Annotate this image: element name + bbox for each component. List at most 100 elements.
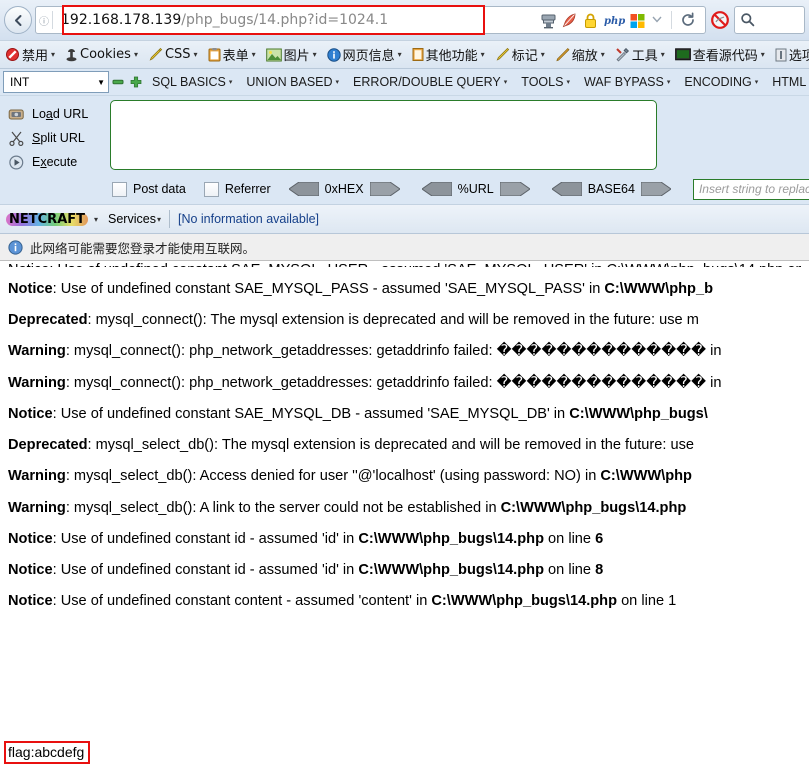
- notification-text: 此网络可能需要您登录才能使用互联网。: [30, 241, 256, 256]
- remove-tab-button[interactable]: [109, 76, 127, 88]
- cookies-icon: [65, 47, 78, 62]
- error-body: : Use of undefined constant content - as…: [52, 593, 432, 610]
- info-icon: [8, 239, 23, 255]
- load-url-button[interactable]: Load URL: [0, 102, 110, 126]
- miscellaneous-icon: [412, 47, 424, 62]
- url-label: %URL: [457, 182, 494, 196]
- error-lineno: 8: [595, 562, 604, 579]
- hackbar-menu-html[interactable]: HTML▾: [765, 75, 809, 89]
- referrer-checkbox[interactable]: [203, 181, 219, 197]
- search-box[interactable]: [734, 6, 805, 34]
- back-button[interactable]: [4, 6, 32, 34]
- hackbar-actions: Load URL Split URL Execute: [0, 100, 110, 174]
- information-icon: [326, 47, 341, 62]
- tools-icon: [615, 47, 630, 62]
- hex-encode-button[interactable]: [369, 181, 401, 197]
- hackbar-menu-label: ERROR/DOUBLE QUERY: [353, 75, 501, 89]
- devbar-label: 表单: [222, 49, 249, 64]
- devbar-item-forms[interactable]: 表单 ▾: [203, 45, 261, 64]
- identity-icon[interactable]: ⓘ: [36, 13, 52, 28]
- error-body: : mysql_connect(): php_network_getaddres…: [65, 343, 497, 360]
- hex-decode-button[interactable]: [287, 181, 320, 197]
- hex-label: 0xHEX: [324, 182, 364, 196]
- url-text[interactable]: 192.168.178.139/php_bugs/14.php?id=1024.…: [53, 12, 540, 28]
- netcraft-info-text: [No information available]: [177, 212, 320, 226]
- devbar-item-resize[interactable]: 缩放 ▾: [550, 45, 610, 64]
- css-icon: [148, 47, 163, 62]
- split-url-button[interactable]: Split URL: [0, 126, 110, 150]
- hackbar-menu-tools[interactable]: TOOLS ▾: [514, 75, 577, 89]
- error-level: Deprecated: [8, 437, 88, 454]
- hackbar-menu-union-based[interactable]: UNION BASED ▾: [239, 75, 346, 89]
- chevron-down-icon: ▼: [97, 77, 105, 87]
- caret-icon: ▾: [666, 79, 671, 86]
- add-tab-button[interactable]: [127, 76, 145, 88]
- post-data-checkbox[interactable]: [112, 181, 127, 197]
- devbar-item-images[interactable]: 图片 ▾: [261, 45, 322, 64]
- devbar-item-disable[interactable]: 禁用 ▾: [0, 45, 60, 64]
- images-icon: [265, 48, 282, 62]
- blocked-icon[interactable]: [709, 10, 731, 30]
- php-error-line: Warning: mysql_select_db(): Access denie…: [8, 467, 801, 485]
- reload-icon[interactable]: [676, 8, 700, 32]
- devbar-item-miscellaneous[interactable]: 其他功能 ▾: [407, 45, 490, 64]
- error-path: C:\WWW\php_bugs\14.php: [500, 499, 687, 516]
- error-body: : Use of undefined constant SAE_MYSQL_PA…: [52, 281, 605, 297]
- devbar-item-outline[interactable]: 标记 ▾: [490, 45, 550, 64]
- devbar-label: 禁用: [22, 49, 49, 64]
- feather-icon[interactable]: [561, 12, 578, 29]
- php-icon[interactable]: php: [603, 12, 625, 29]
- error-body: : Use of undefined constant id - assumed…: [52, 562, 359, 579]
- hackbar-menu-error-double-query[interactable]: ERROR/DOUBLE QUERY ▾: [346, 75, 514, 89]
- devbar-item-information[interactable]: 网页信息 ▾: [322, 45, 407, 64]
- url-decode-button[interactable]: [420, 181, 453, 197]
- devbar-item-tools[interactable]: 工具 ▾: [610, 45, 670, 64]
- base64-decode-button[interactable]: [550, 181, 583, 197]
- server-icon[interactable]: [540, 12, 557, 29]
- netcraft-services-menu[interactable]: Services ▾: [108, 212, 161, 226]
- split-url-label: Split URL: [32, 131, 85, 145]
- replace-string-input[interactable]: Insert string to replace: [692, 178, 809, 200]
- devbar-item-view-source[interactable]: 查看源代码 ▾: [670, 45, 770, 64]
- referrer-checkbox-wrapper[interactable]: Referrer: [203, 181, 271, 197]
- hackbar-menu-label: WAF BYPASS: [583, 75, 664, 89]
- caret-icon: ▾: [600, 50, 605, 59]
- error-tail: on line 1: [617, 593, 677, 610]
- error-garbled-text: ��������������: [496, 373, 707, 391]
- hackbar-menu-waf-bypass[interactable]: WAF BYPASS ▾: [577, 75, 677, 89]
- caret-icon: ▾: [228, 79, 233, 86]
- caret-icon: ▾: [540, 50, 545, 59]
- devbar-item-cookies[interactable]: Cookies ▾: [60, 47, 143, 62]
- split-url-icon: [8, 131, 25, 146]
- error-level: Deprecated: [8, 312, 88, 329]
- hackbar-menu-label: SQL BASICS: [152, 75, 226, 89]
- caret-icon: ▾: [335, 79, 340, 86]
- devbar-item-css[interactable]: CSS ▾: [143, 47, 203, 62]
- web-developer-toolbar: 禁用 ▾ Cookies ▾ CSS ▾ 表单 ▾ 图片 ▾ 网页信息 ▾ 其他…: [0, 40, 809, 69]
- hackbar-menu-sql-basics[interactable]: SQL BASICS ▾: [145, 75, 239, 89]
- hackbar-type-select[interactable]: INT ▼: [3, 71, 109, 93]
- windows-icon[interactable]: [629, 12, 646, 29]
- error-level: Warning: [8, 343, 66, 360]
- devbar-item-options[interactable]: 选项 ▾: [770, 45, 809, 64]
- devbar-label: 工具: [631, 49, 658, 64]
- hackbar-menu-encoding[interactable]: ENCODING ▾: [677, 75, 765, 89]
- caret-icon: ▾: [660, 50, 665, 59]
- devbar-label: Cookies: [80, 47, 131, 62]
- post-data-checkbox-wrapper[interactable]: Post data: [112, 181, 186, 197]
- url-bar[interactable]: ⓘ 192.168.178.139/php_bugs/14.php?id=102…: [35, 6, 706, 34]
- url-encode-button[interactable]: [499, 181, 531, 197]
- hackbar-url-textarea[interactable]: [110, 100, 657, 170]
- forms-icon: [208, 47, 221, 62]
- devbar-label: 查看源代码: [692, 49, 758, 64]
- caret-icon: ▾: [566, 79, 570, 86]
- netcraft-caret-icon[interactable]: ▾: [94, 215, 98, 224]
- url-encoder-group: %URL: [420, 181, 531, 197]
- caret-icon: ▾: [480, 50, 485, 59]
- execute-button[interactable]: Execute: [0, 150, 110, 174]
- error-lineno: 6: [595, 530, 604, 547]
- devbar-label: 标记: [511, 49, 538, 64]
- chevron-down-icon[interactable]: [650, 12, 667, 29]
- base64-encode-button[interactable]: [640, 181, 672, 197]
- lock-icon[interactable]: [582, 12, 599, 29]
